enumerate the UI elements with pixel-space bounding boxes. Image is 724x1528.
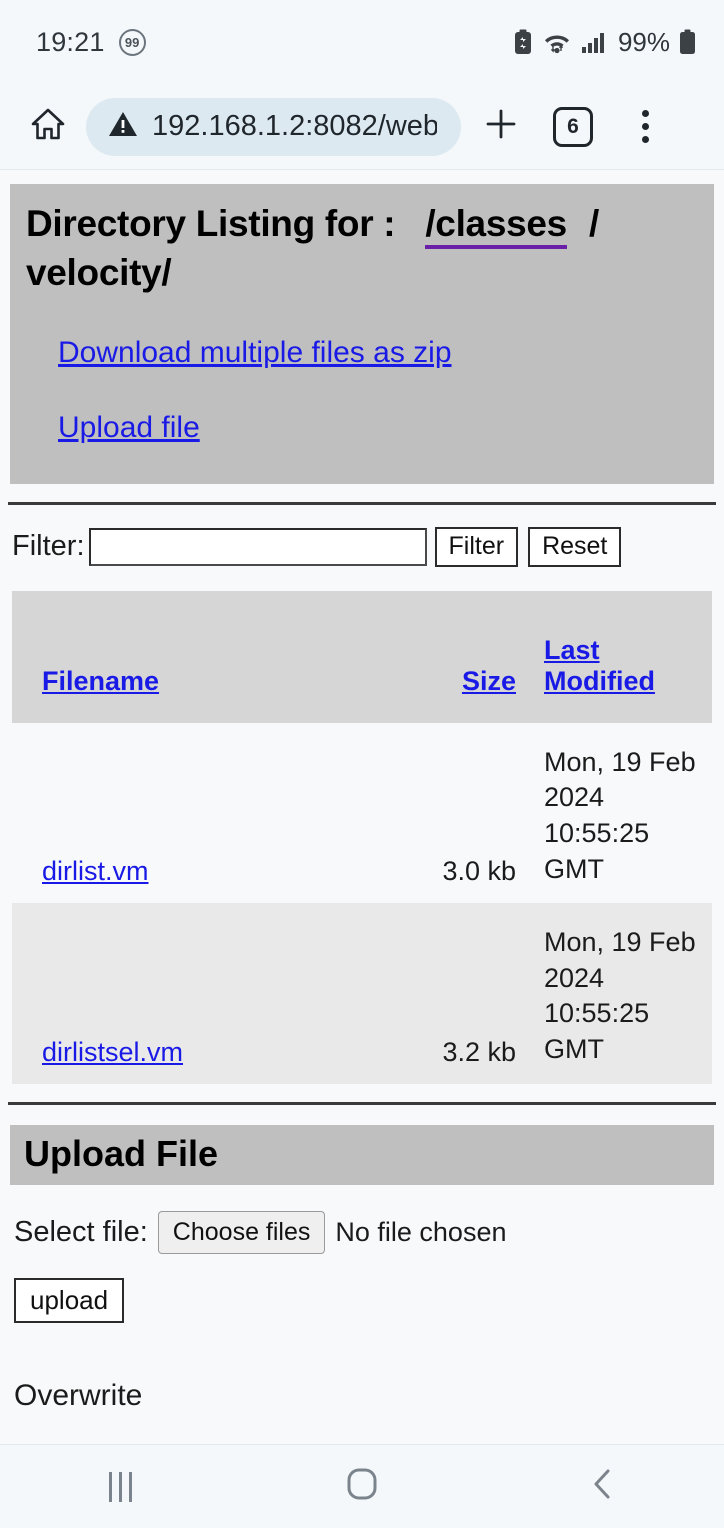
nav-back-button[interactable]	[543, 1467, 663, 1506]
filter-button[interactable]: Filter	[434, 526, 519, 567]
overwrite-label: Overwrite	[14, 1378, 143, 1412]
sort-last-modified-link[interactable]: Last Modified	[544, 635, 655, 696]
nav-recents-button[interactable]	[61, 1471, 181, 1502]
column-header-filename: Filename	[12, 591, 404, 723]
select-file-row: Select file: Choose files No file chosen	[0, 1185, 724, 1254]
new-tab-button[interactable]	[469, 105, 533, 148]
upload-button-row: upload	[0, 1254, 724, 1323]
filter-label: Filter:	[12, 530, 85, 563]
battery-percent-label: 99%	[617, 26, 670, 57]
status-bar-left: 19:21 99	[36, 27, 146, 58]
tab-switcher-button[interactable]: 6	[541, 106, 605, 147]
sort-filename-link[interactable]: Filename	[42, 666, 159, 696]
page-title: Directory Listing for :/classes / velocit…	[26, 200, 698, 298]
android-nav-bar	[0, 1444, 724, 1528]
upload-section-heading: Upload File	[10, 1124, 714, 1185]
choose-files-button[interactable]: Choose files	[157, 1210, 326, 1254]
tab-count-label: 6	[553, 106, 593, 147]
phone-screen: 19:21 99 99% 192.168.1.2:8082/web 6 Dire…	[0, 0, 724, 1528]
table-body: dirlist.vm 3.0 kb Mon, 19 Feb 2024 10:55…	[12, 722, 712, 1084]
overflow-menu-button[interactable]	[613, 110, 677, 143]
nav-home-button[interactable]	[302, 1467, 422, 1506]
directory-header-band: Directory Listing for :/classes / velocit…	[10, 184, 714, 484]
battery-icon	[679, 29, 696, 55]
status-bar: 19:21 99 99%	[0, 0, 724, 84]
file-name-cell: dirlistsel.vm	[12, 903, 404, 1084]
file-size-cell: 3.0 kb	[442, 856, 516, 887]
file-size-cell: 3.2 kb	[442, 1036, 516, 1067]
download-zip-link[interactable]: Download multiple files as zip	[58, 336, 452, 369]
page-title-prefix: Directory Listing for :	[26, 203, 396, 244]
notification-count-badge: 99	[118, 28, 146, 56]
recents-icon	[109, 1471, 133, 1502]
file-modified-cell: Mon, 19 Feb 2024 10:55:25 GMT	[544, 746, 696, 884]
table-row[interactable]: dirlist.vm 3.0 kb Mon, 19 Feb 2024 10:55…	[12, 722, 712, 904]
upload-file-link[interactable]: Upload file	[58, 411, 200, 444]
wifi-icon	[542, 29, 572, 55]
web-page-content: Directory Listing for :/classes / velocit…	[0, 170, 724, 1444]
file-modified-cell: Mon, 19 Feb 2024 10:55:25 GMT	[544, 927, 696, 1065]
file-name-cell: dirlist.vm	[12, 723, 404, 904]
filter-row: Filter: Filter Reset	[0, 505, 724, 567]
file-listing-table: Filename Size Last Modified dirlist.vm 3…	[12, 590, 712, 1084]
table-header: Filename Size Last Modified	[12, 590, 712, 723]
status-bar-right: 99%	[513, 27, 696, 58]
sort-size-link[interactable]: Size	[462, 666, 516, 696]
signal-bars-icon	[581, 30, 607, 54]
overflow-menu-icon	[641, 110, 649, 143]
breadcrumb-link-classes[interactable]: /classes	[425, 203, 567, 249]
browser-toolbar: 192.168.1.2:8082/web 6	[0, 84, 724, 170]
reset-button[interactable]: Reset	[528, 526, 622, 567]
status-clock: 19:21	[36, 26, 105, 57]
back-icon	[588, 1467, 618, 1506]
plus-icon	[482, 105, 520, 148]
no-file-chosen-text: No file chosen	[335, 1216, 507, 1247]
url-text: 192.168.1.2:8082/web	[152, 110, 437, 142]
filter-input[interactable]	[88, 527, 427, 566]
divider-bottom	[8, 1101, 716, 1105]
address-bar[interactable]: 192.168.1.2:8082/web	[86, 97, 461, 156]
header-action-links: Download multiple files as zip Upload fi…	[26, 336, 698, 444]
not-secure-warning-icon[interactable]	[108, 110, 138, 143]
file-link[interactable]: dirlist.vm	[42, 856, 149, 886]
home-button[interactable]	[22, 105, 74, 148]
column-header-size: Size	[404, 591, 530, 723]
file-link[interactable]: dirlistsel.vm	[42, 1037, 183, 1067]
home-icon	[346, 1467, 378, 1506]
table-row[interactable]: dirlistsel.vm 3.2 kb Mon, 19 Feb 2024 10…	[12, 903, 712, 1084]
home-icon	[29, 105, 67, 148]
upload-submit-button[interactable]: upload	[14, 1277, 125, 1323]
select-file-label: Select file:	[14, 1215, 148, 1248]
battery-saver-icon	[513, 29, 533, 55]
table-header-row: Filename Size Last Modified	[12, 590, 712, 723]
column-header-last-modified: Last Modified	[530, 591, 712, 723]
